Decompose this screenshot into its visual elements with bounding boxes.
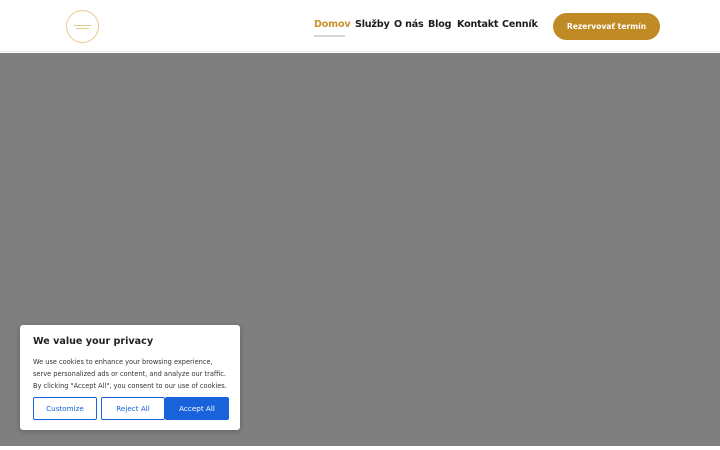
nav-item-cennik[interactable]: Cenník	[502, 19, 538, 30]
active-nav-underline	[314, 35, 345, 37]
nav-item-o-nas[interactable]: O nás	[394, 19, 424, 30]
book-appointment-button[interactable]: Rezervovať termín	[553, 13, 660, 40]
cookie-text-line: We use cookies to enhance your browsing …	[33, 358, 213, 366]
cookie-banner-title: We value your privacy	[33, 336, 154, 347]
cookie-text-line: By clicking "Accept All", you consent to…	[33, 382, 227, 390]
customize-button[interactable]: Customize	[33, 397, 97, 420]
nav-item-sluzby[interactable]: Služby	[355, 19, 390, 30]
cookie-banner-text: We use cookies to enhance your browsing …	[33, 356, 227, 392]
reject-all-button[interactable]: Reject All	[101, 397, 165, 420]
cookie-consent-banner: We value your privacy We use cookies to …	[20, 325, 240, 430]
accept-all-button[interactable]: Accept All	[165, 397, 229, 420]
logo[interactable]	[66, 10, 99, 43]
nav-item-blog[interactable]: Blog	[428, 19, 451, 30]
nav-item-domov[interactable]: Domov	[314, 19, 351, 30]
site-header: Domov Služby O nás Blog Kontakt Cenník R…	[0, 0, 720, 52]
cookie-text-line: serve personalized ads or content, and a…	[33, 370, 226, 378]
nav-item-kontakt[interactable]: Kontakt	[457, 19, 499, 30]
